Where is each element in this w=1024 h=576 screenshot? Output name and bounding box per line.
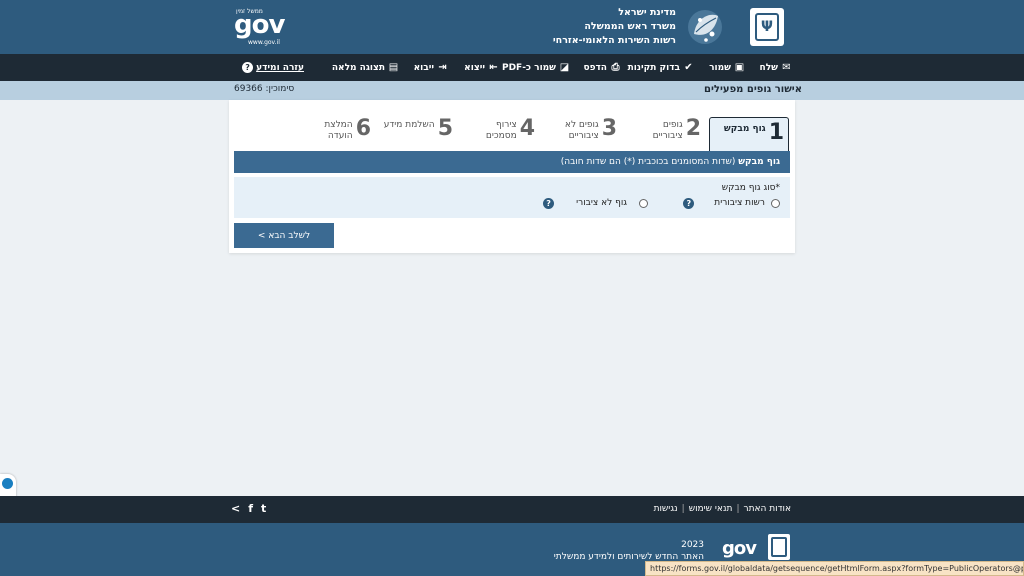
check-icon: ✔ bbox=[684, 61, 693, 73]
step-6-tab[interactable]: 6 המלצת הועדה bbox=[324, 117, 371, 151]
footer-link-accessibility[interactable]: נגישות bbox=[654, 504, 678, 514]
export-button[interactable]: ⇤ ייצוא bbox=[464, 54, 499, 81]
option-public-authority[interactable]: רשות ציבורית ? bbox=[683, 197, 780, 209]
step-label: השלמת מידע bbox=[383, 120, 435, 130]
accessibility-icon bbox=[2, 478, 13, 489]
help-question-icon[interactable]: ? bbox=[543, 197, 555, 209]
ministry-line-3: רשות השירות הלאומי-אזרחי bbox=[552, 35, 676, 46]
gov-logo-url: www.gov.il bbox=[248, 39, 280, 46]
site-header: ממשל זמין gov www.gov.il מדינת ישראל משר… bbox=[0, 0, 1024, 54]
footer-emblem-icon bbox=[768, 534, 790, 560]
status-bar-url: https://forms.gov.il/globaldata/getseque… bbox=[645, 561, 1024, 576]
next-step-button[interactable]: לשלב הבא > bbox=[234, 223, 334, 248]
step-label-line-2: ציבוריים bbox=[568, 131, 599, 141]
print-button[interactable]: ⎙ הדפס bbox=[583, 54, 621, 81]
ministry-line-2: משרד ראש הממשלה bbox=[584, 21, 676, 32]
save-label: שמור bbox=[709, 62, 731, 73]
step-label-line-2: הועדה bbox=[327, 131, 353, 141]
ministry-name: מדינת ישראל משרד ראש הממשלה רשות השירות … bbox=[553, 6, 676, 48]
public-authority-radio[interactable] bbox=[771, 198, 780, 208]
save-button[interactable]: ▣ שמור bbox=[709, 54, 745, 81]
body-type-label: *סוג גוף מבקש bbox=[721, 183, 780, 193]
footer-gov-logo[interactable]: gov bbox=[722, 538, 757, 559]
step-number: 2 bbox=[685, 116, 701, 141]
printer-icon: ⎙ bbox=[611, 61, 620, 73]
step-label: המלצת הועדה bbox=[324, 120, 352, 142]
step-label-line-2: מסמכים bbox=[485, 131, 517, 141]
step-label: גופים לא ציבוריים bbox=[565, 120, 599, 142]
social-links: < f t bbox=[231, 502, 266, 515]
page-title-bar: אישור גופים מפעילים סימוכין: 69366 bbox=[0, 81, 1024, 100]
requesting-body-section: *סוג גוף מבקש רשות ציבורית ? גוף לא ציבו… bbox=[234, 177, 790, 218]
save-pdf-label: שמור כ-PDF bbox=[501, 62, 556, 73]
send-label: שלח bbox=[759, 62, 778, 73]
required-fields-note: (שדות המסומנים בכוכבית (*) הם שדות חובה) bbox=[560, 157, 736, 167]
window-icon: ▤ bbox=[388, 61, 399, 73]
import-icon: ⇥ bbox=[438, 61, 447, 73]
save-pdf-button[interactable]: ◪ שמור כ-PDF bbox=[502, 54, 570, 81]
help-link[interactable]: עזרה ומידע ? bbox=[242, 54, 304, 81]
non-public-body-radio[interactable] bbox=[639, 198, 648, 208]
section-title: גוף מבקש bbox=[738, 157, 780, 167]
footer-separator: | bbox=[681, 504, 685, 514]
step-5-tab[interactable]: 5 השלמת מידע bbox=[384, 117, 453, 151]
import-label: ייבוא bbox=[413, 62, 434, 73]
validate-button[interactable]: ✔ בדוק תקינות bbox=[628, 54, 694, 81]
gov-logo[interactable]: ממשל זמין gov www.gov.il bbox=[234, 8, 285, 46]
footer-link-terms[interactable]: תנאי שימוש bbox=[689, 504, 733, 514]
validate-label: בדוק תקינות bbox=[627, 62, 680, 73]
send-icon: ✉ bbox=[782, 61, 791, 73]
help-label: עזרה ומידע bbox=[256, 62, 304, 73]
help-icon: ? bbox=[242, 62, 254, 73]
footer-separator: | bbox=[736, 504, 740, 514]
step-number: 6 bbox=[355, 116, 371, 141]
national-service-leaf-logo bbox=[688, 10, 722, 44]
import-button[interactable]: ⇥ ייבוא bbox=[414, 54, 448, 81]
footer-year: 2023 bbox=[681, 540, 704, 550]
step-label-line-1: גופים לא bbox=[564, 120, 599, 130]
gov-logo-caption: ממשל זמין bbox=[236, 8, 263, 15]
step-number: 4 bbox=[519, 116, 535, 141]
step-4-tab[interactable]: 4 צירוף מסמכים bbox=[486, 117, 535, 151]
step-number: 5 bbox=[437, 116, 453, 141]
ministry-line-1: מדינת ישראל bbox=[618, 7, 676, 18]
full-view-button[interactable]: ▤ תצוגה מלאה bbox=[332, 54, 399, 81]
step-label: גופים ציבוריים bbox=[653, 120, 683, 142]
footer-link-about[interactable]: אודות האתר bbox=[743, 504, 791, 514]
export-icon: ⇤ bbox=[489, 61, 498, 73]
share-icon[interactable]: < bbox=[231, 502, 240, 515]
twitter-icon[interactable]: t bbox=[261, 502, 266, 515]
step-2-tab[interactable]: 2 גופים ציבוריים bbox=[653, 117, 701, 151]
help-question-icon[interactable]: ? bbox=[683, 197, 695, 209]
step-label-line-1: המלצת bbox=[324, 120, 353, 130]
print-label: הדפס bbox=[583, 62, 607, 73]
step-label-line-1: גופים bbox=[662, 120, 683, 130]
pdf-icon: ◪ bbox=[559, 61, 570, 73]
step-label: גוף מבקש bbox=[723, 124, 766, 134]
section-header: גוף מבקש (שדות המסומנים בכוכבית (*) הם ש… bbox=[234, 151, 790, 173]
export-label: ייצוא bbox=[464, 62, 485, 73]
step-label: צירוף מסמכים bbox=[486, 120, 517, 142]
non-public-body-label: גוף לא ציבורי bbox=[576, 198, 627, 208]
page-title: אישור גופים מפעילים bbox=[704, 84, 802, 95]
step-number: 3 bbox=[601, 116, 617, 141]
step-number: 1 bbox=[768, 120, 784, 145]
footer-links: אודות האתר | תנאי שימוש | נגישות bbox=[654, 504, 791, 514]
footer-links-bar: אודות האתר | תנאי שימוש | נגישות < f t bbox=[0, 496, 1024, 523]
option-non-public-body[interactable]: גוף לא ציבורי ? bbox=[543, 197, 648, 209]
step-3-tab[interactable]: 3 גופים לא ציבוריים bbox=[565, 117, 617, 151]
full-view-label: תצוגה מלאה bbox=[331, 62, 385, 73]
facebook-icon[interactable]: f bbox=[248, 502, 253, 515]
save-icon: ▣ bbox=[734, 61, 745, 73]
public-authority-label: רשות ציבורית bbox=[714, 198, 765, 208]
form-card: 1 גוף מבקש 2 גופים ציבוריים 3 גופים לא צ… bbox=[229, 100, 795, 253]
reference-number: סימוכין: 69366 bbox=[234, 84, 295, 94]
step-1-tab[interactable]: 1 גוף מבקש bbox=[709, 117, 789, 151]
step-label-line-1: צירוף bbox=[496, 120, 517, 130]
send-button[interactable]: ✉ שלח bbox=[760, 54, 792, 81]
form-toolbar: ✉ שלח ▣ שמור ✔ בדוק תקינות ⎙ הדפס ◪ שמור… bbox=[0, 54, 1024, 81]
step-label-line-2: ציבוריים bbox=[652, 131, 683, 141]
menorah-emblem-icon: Ψ bbox=[750, 8, 784, 46]
